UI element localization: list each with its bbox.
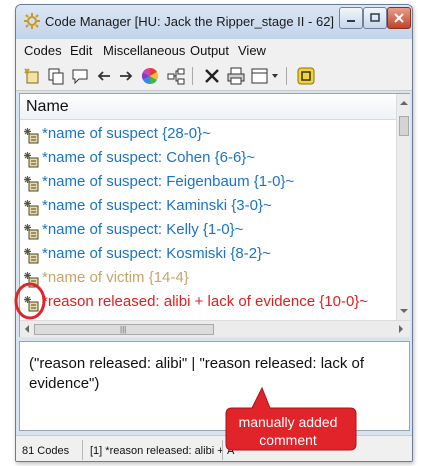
menu-codes[interactable]: Codes [24, 43, 62, 58]
code-icon [24, 296, 39, 312]
code-list-item[interactable]: *name of victim {14-4} [24, 268, 396, 292]
close-icon [394, 13, 404, 23]
vertical-scroll-thumb[interactable] [399, 116, 409, 136]
print-icon[interactable] [226, 66, 246, 86]
callout-text: manually added comment [238, 414, 338, 448]
close-button[interactable] [387, 7, 411, 29]
codes-list[interactable]: Name *name of suspect {28-0}~ *name of su… [19, 93, 410, 337]
minimize-icon [347, 20, 355, 22]
app-icon [24, 13, 40, 29]
status-divider [222, 440, 223, 460]
name-column-label: Name [26, 98, 69, 115]
close-window-icon[interactable] [296, 66, 316, 86]
code-list-item[interactable]: *name of suspect: Feigenbaum {1-0}~ [24, 172, 396, 196]
code-label: *name of suspect: Cohen {6-6}~ [42, 149, 256, 166]
toolbar-separator [286, 67, 287, 85]
menu-output[interactable]: Output [190, 43, 229, 58]
code-label: *name of victim {14-4} [42, 269, 189, 286]
code-icon [24, 224, 39, 240]
menu-miscellaneous[interactable]: Miscellaneous [103, 43, 185, 58]
code-label: *name of suspect {28-0}~ [42, 125, 211, 142]
horizontal-scrollbar[interactable]: ||| [20, 320, 410, 337]
maximize-button[interactable] [363, 7, 387, 29]
menu-edit[interactable]: Edit [70, 43, 92, 58]
scroll-down-icon[interactable] [400, 308, 408, 314]
new-code-icon[interactable] [22, 66, 42, 86]
delete-icon[interactable] [202, 66, 222, 86]
copy-icon[interactable] [46, 66, 66, 86]
code-list-item[interactable]: *name of suspect: Kaminski {3-0}~ [24, 196, 396, 220]
name-column-header[interactable]: Name [20, 94, 396, 120]
grip-icon: ||| [120, 325, 127, 334]
vertical-scrollbar[interactable] [396, 94, 410, 320]
scroll-left-icon[interactable] [24, 325, 30, 333]
code-count: 81 Codes [22, 445, 70, 457]
code-label: *name of suspect: Feigenbaum {1-0}~ [42, 173, 295, 190]
comment-pane[interactable]: ("reason released: alibi" | "reason rele… [19, 341, 410, 431]
code-icon [24, 152, 39, 168]
toolbar-separator [192, 67, 193, 85]
comment-text: ("reason released: alibi" | "reason rele… [29, 355, 365, 392]
forward-arrow-icon[interactable] [116, 66, 136, 86]
code-icon [24, 176, 39, 192]
maximize-icon [370, 13, 380, 22]
scroll-up-icon[interactable] [400, 100, 408, 106]
code-label: *name of suspect: Kosmiski {8-2}~ [42, 245, 271, 262]
color-wheel-icon[interactable] [140, 66, 160, 86]
status-bar: 81 Codes [1] *reason released: alibi + A [16, 435, 412, 461]
comment-icon[interactable] [70, 66, 90, 86]
view-dropdown-icon[interactable] [250, 66, 280, 86]
code-list-item[interactable]: *reason released: alibi + lack of eviden… [24, 292, 396, 316]
selected-code: [1] *reason released: alibi + [90, 445, 224, 457]
code-label: *reason released: alibi + lack of eviden… [42, 293, 369, 310]
code-label: *name of suspect: Kaminski {3-0}~ [42, 197, 272, 214]
menu-view[interactable]: View [238, 43, 266, 58]
back-arrow-icon[interactable] [94, 66, 114, 86]
network-icon[interactable] [166, 66, 186, 86]
minimize-button[interactable] [339, 7, 363, 29]
code-list-item[interactable]: *name of suspect: Kosmiski {8-2}~ [24, 244, 396, 268]
code-icon [24, 248, 39, 264]
code-icon [24, 272, 39, 288]
toolbar [16, 61, 412, 91]
code-list-item[interactable]: *name of suspect: Kelly {1-0}~ [24, 220, 396, 244]
title-bar[interactable]: Code Manager [HU: Jack the Ripper_stage … [16, 5, 412, 39]
code-list-item[interactable]: *name of suspect: Cohen {6-6}~ [24, 148, 396, 172]
horizontal-scroll-thumb[interactable]: ||| [34, 324, 214, 335]
scroll-right-icon[interactable] [398, 325, 404, 333]
code-icon [24, 200, 39, 216]
code-icon [24, 128, 39, 144]
code-list-item[interactable]: *name of suspect {28-0}~ [24, 124, 396, 148]
menu-bar: Codes Edit Miscellaneous Output View [16, 39, 412, 61]
window-title: Code Manager [HU: Jack the Ripper_stage … [45, 14, 335, 29]
code-label: *name of suspect: Kelly {1-0}~ [42, 221, 244, 238]
status-divider [82, 440, 83, 460]
code-manager-window: Code Manager [HU: Jack the Ripper_stage … [15, 4, 413, 462]
